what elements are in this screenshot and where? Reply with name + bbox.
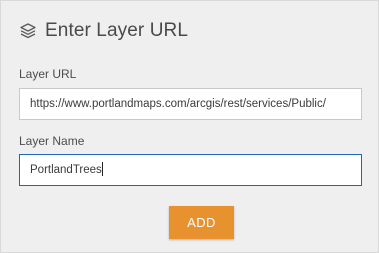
add-layer-panel: Enter Layer URL Layer URL https://www.po…: [0, 0, 379, 253]
layer-name-value: PortlandTrees: [30, 164, 102, 176]
panel-header: Enter Layer URL: [18, 17, 188, 45]
layer-name-label: Layer Name: [19, 134, 85, 148]
text-cursor: [101, 161, 103, 176]
panel-title: Enter Layer URL: [45, 20, 189, 41]
add-button[interactable]: ADD: [169, 206, 234, 239]
layer-url-value: https://www.portlandmaps.com/arcgis/rest…: [30, 98, 326, 110]
layer-url-label: Layer URL: [19, 67, 77, 81]
layer-url-input[interactable]: https://www.portlandmaps.com/arcgis/rest…: [19, 88, 362, 120]
layers-icon: [18, 21, 38, 41]
layer-name-input[interactable]: PortlandTrees: [19, 154, 362, 186]
